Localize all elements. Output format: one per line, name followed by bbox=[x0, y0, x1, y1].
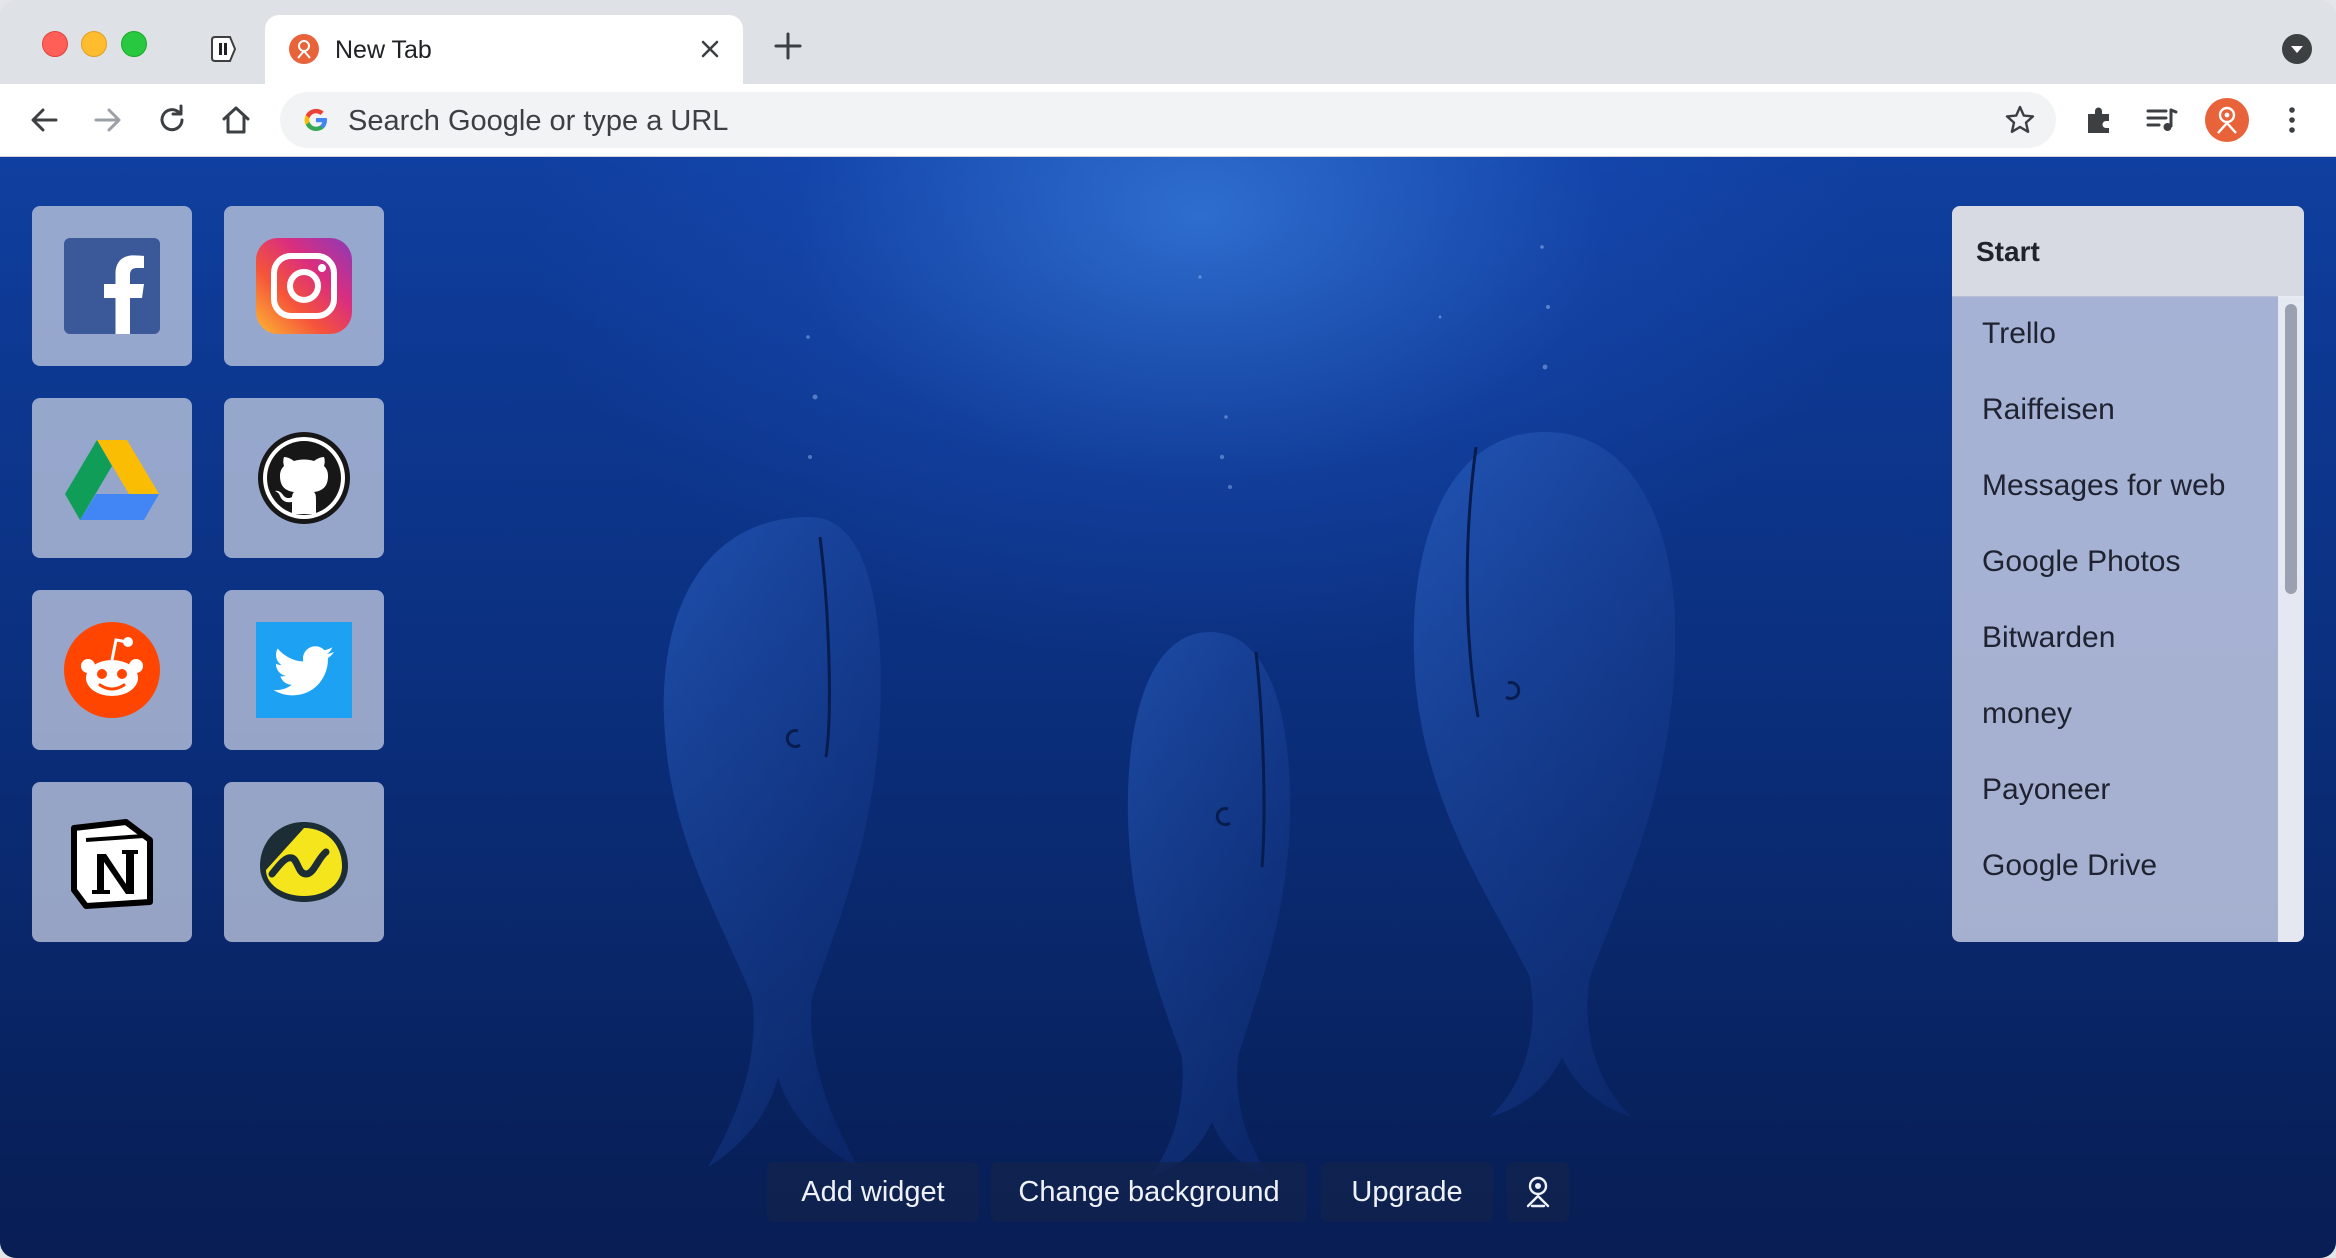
omnibox[interactable] bbox=[280, 92, 2056, 148]
minimize-window-button[interactable] bbox=[81, 31, 107, 57]
link-item[interactable]: Trello bbox=[1982, 314, 2056, 354]
link-item[interactable]: money bbox=[1982, 694, 2072, 734]
link-item[interactable]: Raiffeisen bbox=[1982, 390, 2115, 430]
tab-search-button[interactable] bbox=[2282, 34, 2312, 64]
google-drive-icon bbox=[65, 440, 159, 520]
home-icon[interactable] bbox=[218, 102, 254, 138]
link-list: Trello Raiffeisen Messages for web Googl… bbox=[1952, 296, 2278, 942]
shortcut-facebook[interactable] bbox=[32, 206, 192, 366]
pause-extension-icon[interactable] bbox=[208, 34, 238, 64]
basecamp-icon bbox=[260, 822, 348, 902]
extension-settings-button[interactable] bbox=[1507, 1162, 1569, 1222]
chevron-down-icon bbox=[2291, 46, 2303, 53]
link-item[interactable]: Messages for web bbox=[1982, 466, 2225, 506]
tab-close-icon[interactable] bbox=[695, 34, 725, 64]
toolbar bbox=[0, 84, 2336, 157]
twitter-icon bbox=[256, 622, 352, 718]
shortcut-github[interactable] bbox=[224, 398, 384, 558]
new-tab-plus-icon[interactable] bbox=[772, 30, 804, 62]
reddit-icon bbox=[64, 622, 160, 718]
search-input[interactable] bbox=[346, 100, 1950, 142]
menu-kebab-icon[interactable] bbox=[2274, 102, 2310, 138]
instagram-icon bbox=[256, 238, 352, 334]
change-background-button[interactable]: Change background bbox=[991, 1162, 1307, 1222]
github-icon bbox=[258, 432, 350, 524]
new-tab-page: Start Trello Raiffeisen Messages for web… bbox=[0, 157, 2336, 1258]
link-item[interactable]: Google Drive bbox=[1982, 846, 2157, 886]
link-item[interactable]: Bitwarden bbox=[1982, 618, 2115, 658]
extension-logo-icon bbox=[1526, 1176, 1550, 1208]
shortcut-twitter[interactable] bbox=[224, 590, 384, 750]
shortcut-reddit[interactable] bbox=[32, 590, 192, 750]
widget-title: Start bbox=[1976, 236, 2040, 267]
shortcut-instagram[interactable] bbox=[224, 206, 384, 366]
browser-window: New Tab Search Google or type a URL Star… bbox=[0, 0, 2336, 1258]
link-item[interactable]: Payoneer bbox=[1982, 770, 2110, 810]
widget-scrollbar[interactable] bbox=[2278, 296, 2304, 942]
tab-favicon-icon bbox=[289, 34, 319, 64]
close-window-button[interactable] bbox=[42, 31, 68, 57]
link-item[interactable]: Google Photos bbox=[1982, 542, 2180, 582]
profile-icon bbox=[2217, 106, 2237, 134]
zoom-window-button[interactable] bbox=[121, 31, 147, 57]
extensions-puzzle-icon[interactable] bbox=[2082, 102, 2118, 138]
reload-icon[interactable] bbox=[154, 102, 190, 138]
notion-icon bbox=[71, 819, 153, 909]
tab-title: New Tab bbox=[335, 36, 432, 64]
forward-arrow-icon[interactable] bbox=[90, 102, 126, 138]
bookmark-star-icon[interactable] bbox=[2004, 104, 2036, 136]
widget-header: Start bbox=[1952, 206, 2304, 297]
tab-new-tab[interactable]: New Tab bbox=[265, 15, 743, 84]
shortcut-notion[interactable] bbox=[32, 782, 192, 942]
upgrade-button[interactable]: Upgrade bbox=[1321, 1162, 1493, 1222]
shortcut-google-drive[interactable] bbox=[32, 398, 192, 558]
back-arrow-icon[interactable] bbox=[26, 102, 62, 138]
facebook-icon bbox=[64, 238, 160, 334]
tab-strip: New Tab bbox=[0, 0, 2336, 84]
scrollbar-thumb[interactable] bbox=[2285, 304, 2297, 594]
links-widget: Start Trello Raiffeisen Messages for web… bbox=[1952, 206, 2304, 942]
add-widget-button[interactable]: Add widget bbox=[767, 1162, 979, 1222]
google-g-icon bbox=[304, 108, 327, 131]
media-queue-icon[interactable] bbox=[2144, 102, 2180, 138]
shortcut-basecamp[interactable] bbox=[224, 782, 384, 942]
profile-avatar[interactable] bbox=[2205, 98, 2249, 142]
